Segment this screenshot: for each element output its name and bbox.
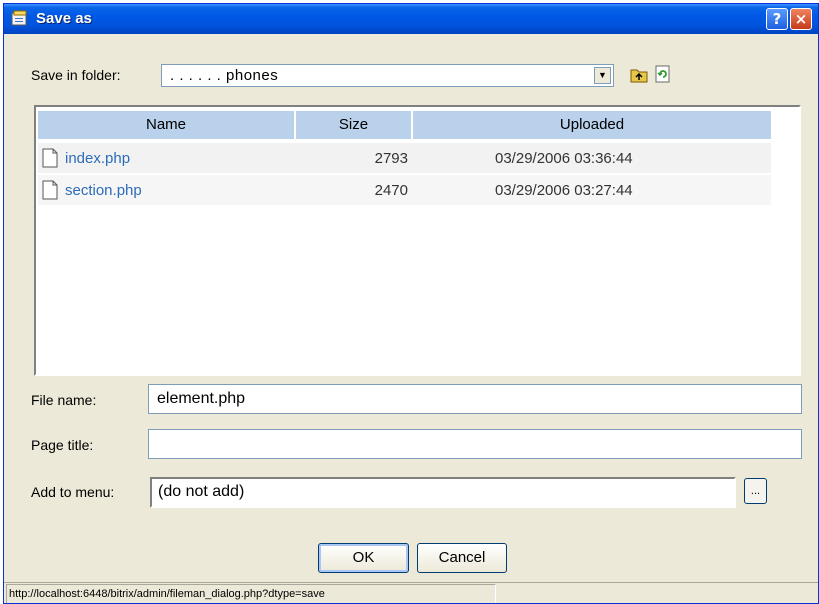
status-url: http://localhost:6448/bitrix/admin/filem… [6, 584, 496, 603]
close-button[interactable]: × [790, 8, 812, 30]
cancel-button[interactable]: Cancel [417, 543, 507, 573]
document-icon [42, 148, 58, 168]
title-bar: Save as ? × [4, 4, 818, 34]
file-uploaded: 03/29/2006 03:27:44 [495, 182, 633, 199]
file-uploaded: 03/29/2006 03:36:44 [495, 150, 633, 167]
column-header-size[interactable]: Size [296, 111, 411, 139]
column-header-uploaded[interactable]: Uploaded [413, 111, 771, 139]
save-as-dialog: Save as ? × Save in folder: . . . . . . … [3, 3, 819, 604]
page-title-field[interactable] [148, 429, 802, 459]
folder-select-value: . . . . . . phones [170, 67, 279, 84]
file-name-label: File name: [31, 392, 97, 408]
file-size: 2793 [374, 150, 408, 167]
status-bar: http://localhost:6448/bitrix/admin/filem… [4, 582, 818, 603]
browse-menu-button[interactable]: ... [744, 478, 767, 504]
file-row[interactable]: section.php 2470 03/29/2006 03:27:44 [38, 175, 771, 205]
help-button[interactable]: ? [766, 8, 788, 30]
file-name-field[interactable]: element.php [148, 384, 802, 414]
page-title-label: Page title: [31, 437, 94, 453]
file-size: 2470 [374, 182, 408, 199]
file-row[interactable]: index.php 2793 03/29/2006 03:36:44 [38, 143, 771, 173]
save-in-folder-label: Save in folder: [31, 67, 121, 83]
refresh-icon[interactable] [654, 65, 672, 83]
folder-select[interactable]: . . . . . . phones ▼ [161, 64, 614, 87]
chevron-down-icon[interactable]: ▼ [594, 67, 611, 84]
file-list: Name Size Uploaded index.php 2793 03/29/… [34, 105, 801, 376]
save-as-icon [11, 10, 27, 26]
dialog-title: Save as [36, 10, 92, 27]
add-to-menu-label: Add to menu: [31, 484, 115, 500]
ok-button[interactable]: OK [318, 543, 409, 573]
file-name-link[interactable]: section.php [65, 182, 142, 199]
document-icon [42, 180, 58, 200]
file-name-link[interactable]: index.php [65, 150, 130, 167]
column-header-name[interactable]: Name [38, 111, 294, 139]
add-to-menu-field[interactable]: (do not add) [150, 477, 736, 508]
folder-up-icon[interactable] [630, 66, 648, 84]
